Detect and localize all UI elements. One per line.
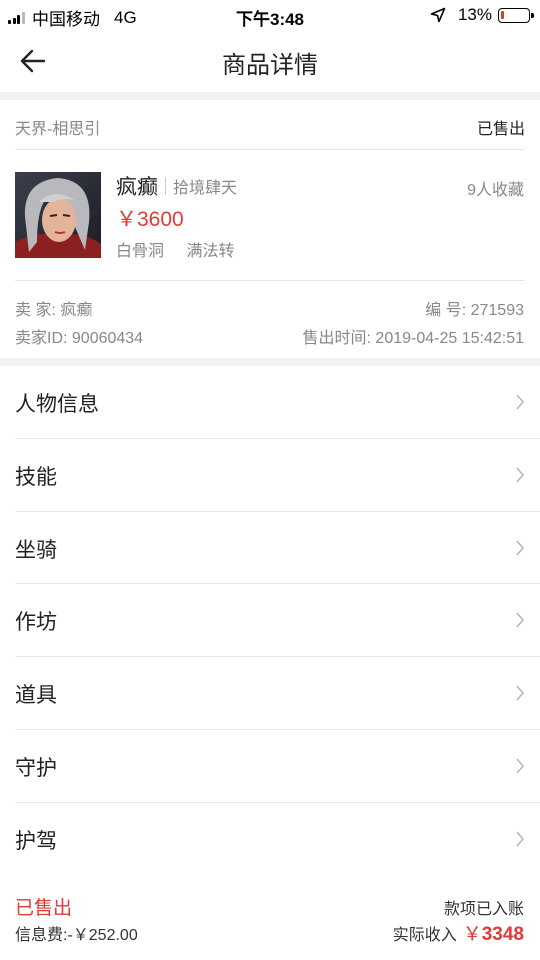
menu-item-label: 作坊 bbox=[15, 611, 57, 635]
character-name-line: 疯癫 拾境肆天 bbox=[116, 171, 237, 201]
page-title: 商品详情 bbox=[222, 52, 318, 79]
seller-id: 卖家ID: 90060434 bbox=[15, 330, 144, 347]
tag-item: 白骨洞 bbox=[116, 243, 165, 260]
income-label: 实际收入 bbox=[392, 927, 457, 944]
chevron-right-icon bbox=[516, 394, 524, 410]
menu-item-mounts[interactable]: 坐骑 bbox=[15, 512, 540, 585]
name-separator bbox=[165, 177, 166, 195]
footer-bar: 已售出 信息费:-￥252.00 款项已入账 实际收入 ￥3348 bbox=[0, 874, 540, 960]
menu-item-label: 道具 bbox=[15, 684, 57, 708]
menu-item-character-info[interactable]: 人物信息 bbox=[15, 366, 540, 439]
status-bar: 中国移动 4G 下午3:48 13% bbox=[0, 0, 540, 30]
menu-item-label: 技能 bbox=[15, 465, 57, 489]
battery-percent: 13% bbox=[457, 5, 492, 24]
goods-tags: 白骨洞 满法转 bbox=[116, 237, 252, 261]
chevron-right-icon bbox=[516, 540, 524, 556]
income-value: 3348 bbox=[481, 924, 524, 945]
goods-price: ￥3600 bbox=[116, 208, 184, 231]
chevron-right-icon bbox=[516, 612, 524, 628]
tag-item: 满法转 bbox=[186, 243, 235, 260]
character-sect: 拾境肆天 bbox=[173, 180, 238, 197]
footer-sale-status: 已售出 bbox=[15, 898, 73, 919]
battery-icon bbox=[498, 7, 534, 23]
sale-status: 已售出 bbox=[476, 121, 525, 138]
income-amount: ￥3348 bbox=[463, 919, 524, 946]
menu-item-workshop[interactable]: 作坊 bbox=[15, 584, 540, 658]
menu-item-skills[interactable]: 技能 bbox=[15, 439, 540, 512]
info-fee: 信息费:-￥252.00 bbox=[15, 927, 138, 944]
income-currency: ￥ bbox=[462, 924, 482, 945]
battery-level-fill bbox=[501, 10, 504, 19]
server-name: 天界-相思引 bbox=[15, 121, 101, 138]
character-avatar bbox=[15, 172, 101, 258]
detail-menu: 人物信息 技能 坐骑 作坊 道具 守护 护驾 bbox=[0, 366, 540, 876]
status-right: 13% bbox=[430, 5, 534, 25]
sold-time: 售出时间: 2019-04-25 15:42:51 bbox=[302, 330, 524, 347]
menu-item-escort[interactable]: 护驾 bbox=[15, 803, 540, 876]
goods-serial: 编 号: 271593 bbox=[425, 302, 524, 319]
menu-item-label: 坐骑 bbox=[15, 538, 57, 562]
card-divider bbox=[15, 280, 525, 281]
chevron-right-icon bbox=[516, 467, 524, 483]
favorites-count: 9人收藏 bbox=[467, 182, 524, 199]
goods-header: 天界-相思引 已售出 bbox=[15, 100, 525, 150]
chevron-right-icon bbox=[516, 831, 524, 847]
actual-income: 实际收入 ￥3348 bbox=[393, 919, 524, 946]
menu-item-guardian[interactable]: 守护 bbox=[15, 730, 540, 803]
section-divider bbox=[0, 358, 540, 366]
menu-item-items[interactable]: 道具 bbox=[15, 657, 540, 730]
menu-item-label: 人物信息 bbox=[15, 393, 99, 416]
account-status: 款项已入账 bbox=[443, 901, 524, 918]
character-name: 疯癫 bbox=[116, 176, 158, 199]
chevron-right-icon bbox=[516, 758, 524, 774]
location-arrow-icon bbox=[430, 7, 446, 23]
seller-name: 卖 家: 疯癫 bbox=[15, 302, 93, 319]
chevron-right-icon bbox=[516, 685, 524, 701]
menu-item-label: 守护 bbox=[15, 756, 57, 780]
nav-bar: 商品详情 bbox=[0, 30, 540, 92]
menu-item-label: 护驾 bbox=[15, 829, 57, 853]
section-divider bbox=[0, 92, 540, 100]
